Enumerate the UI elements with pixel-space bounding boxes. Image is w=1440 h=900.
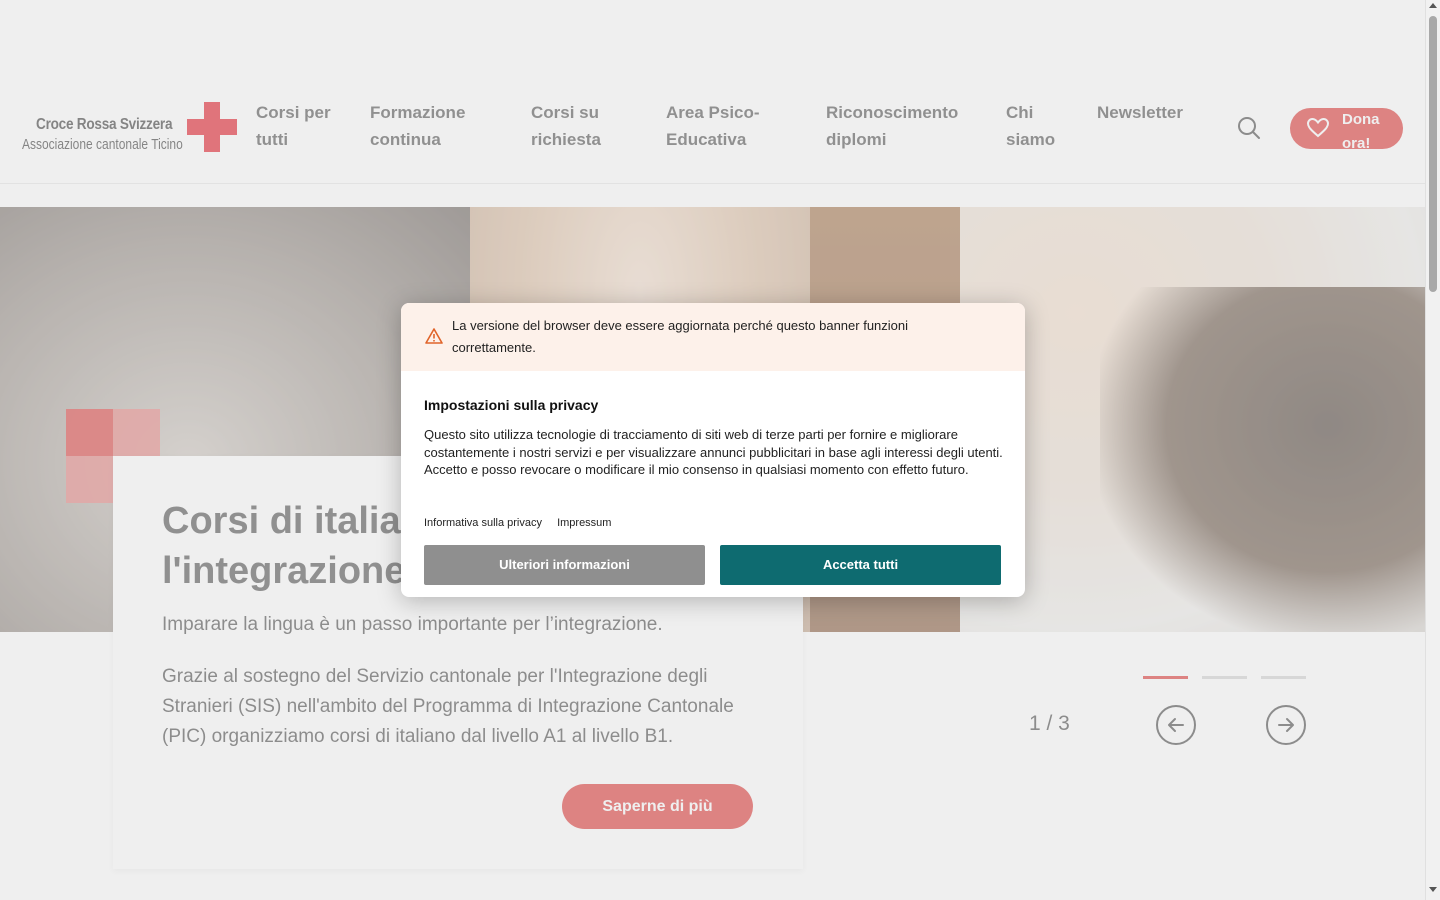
consent-links: Informativa sulla privacy Impressum (424, 517, 623, 529)
browser-warning: La versione del browser deve essere aggi… (401, 303, 1025, 371)
privacy-policy-link[interactable]: Informativa sulla privacy (424, 517, 542, 529)
accept-all-button[interactable]: Accetta tutti (720, 545, 1001, 585)
scrollbar[interactable] (1425, 0, 1440, 900)
consent-body: Questo sito utilizza tecnologie di tracc… (424, 427, 1003, 478)
consent-title: Impostazioni sulla privacy (424, 397, 599, 413)
warning-text: La versione del browser deve essere aggi… (452, 318, 909, 355)
privacy-consent-dialog: La versione del browser deve essere aggi… (401, 303, 1025, 597)
scroll-down-arrow[interactable] (1429, 887, 1437, 892)
more-info-button[interactable]: Ulteriori informazioni (424, 545, 705, 585)
scroll-up-arrow[interactable] (1429, 3, 1437, 8)
warning-icon (425, 328, 443, 344)
scrollbar-thumb[interactable] (1429, 16, 1437, 292)
impressum-link[interactable]: Impressum (557, 517, 611, 529)
